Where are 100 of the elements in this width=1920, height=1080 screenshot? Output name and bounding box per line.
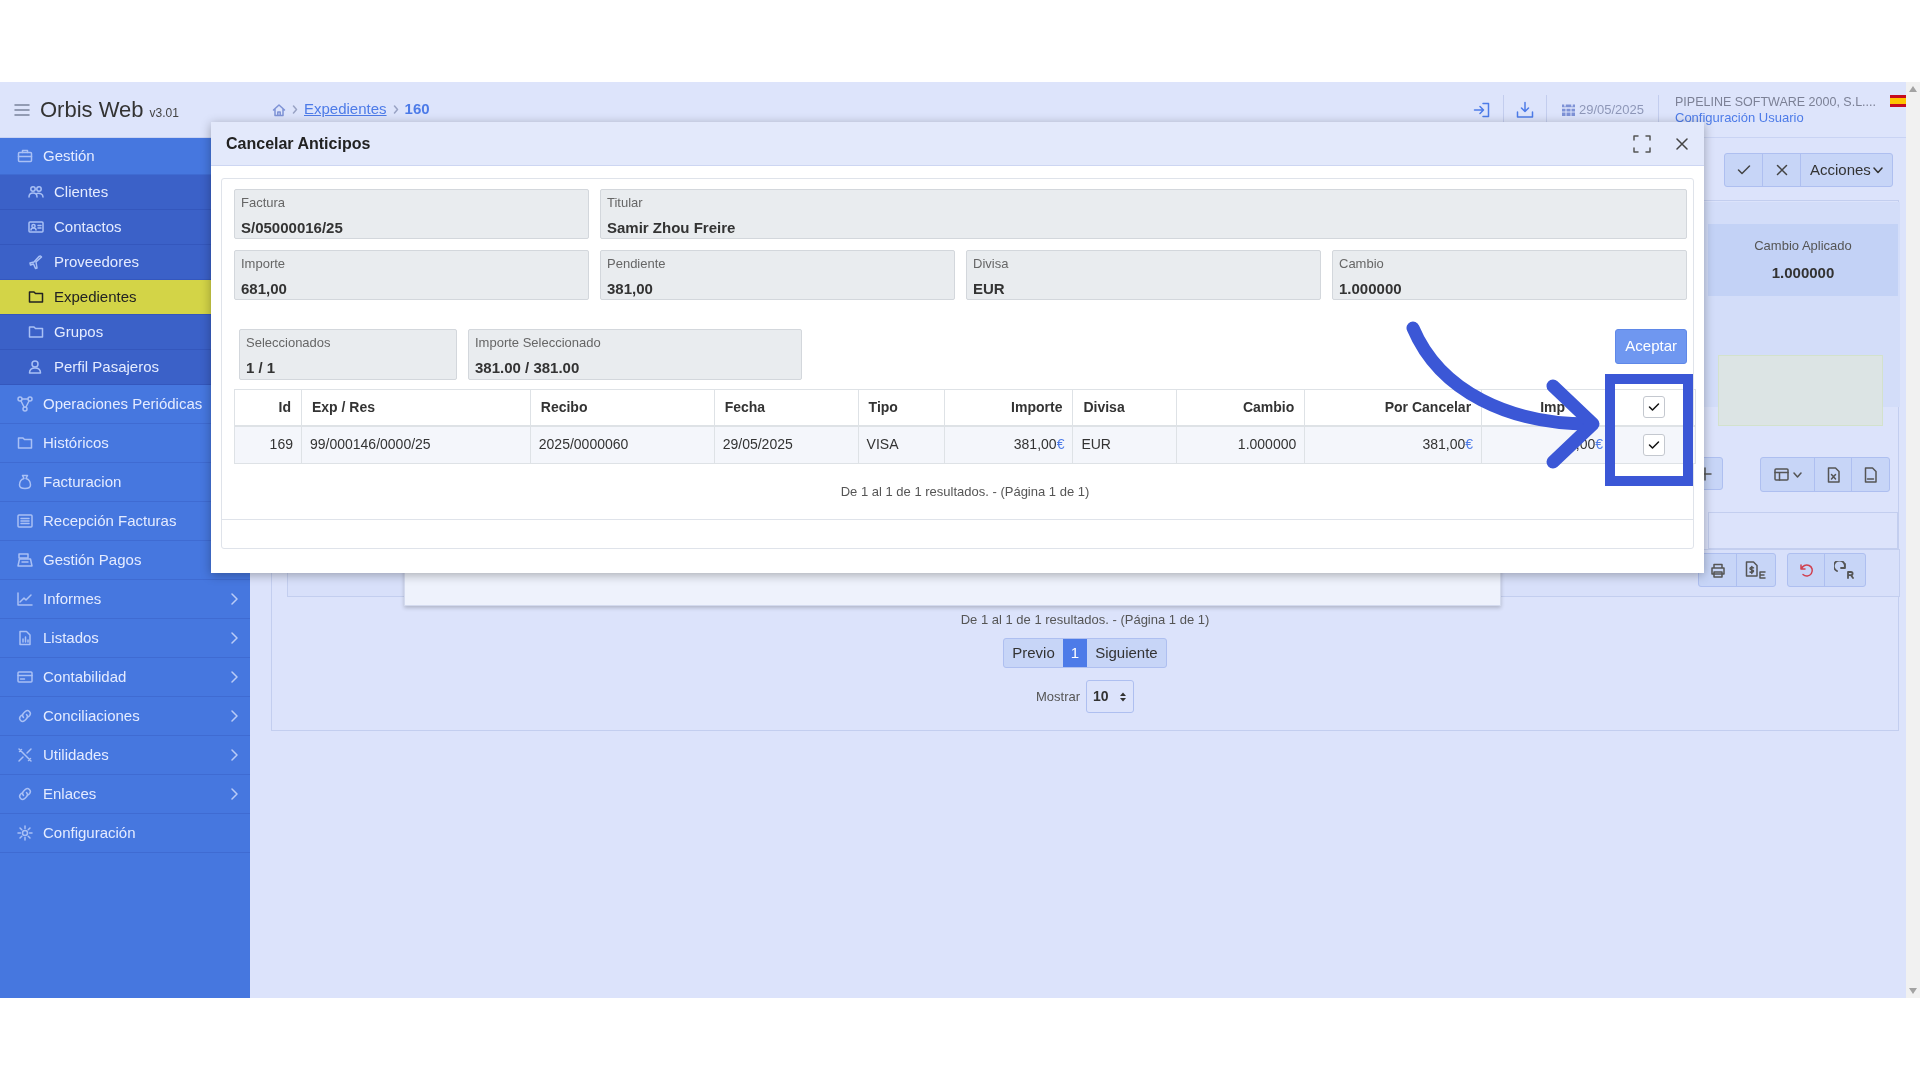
sidebar-item[interactable]: Listados (0, 619, 250, 658)
chevron-right-icon (230, 788, 238, 800)
pagination-summary: De 1 al 1 de 1 resultados. - (Página 1 de 1) (840, 483, 1090, 501)
spreadsheet-file-icon (1826, 466, 1840, 483)
column-header[interactable]: Recibo (540, 398, 588, 415)
chevron-right-icon (230, 593, 238, 605)
tools-icon (17, 747, 33, 763)
flag-icon[interactable] (1890, 94, 1906, 107)
register-icon (17, 552, 33, 568)
home-icon[interactable] (272, 102, 286, 117)
list-icon (17, 513, 33, 529)
sidebar-item[interactable]: Informes (0, 580, 250, 619)
close-icon (1775, 164, 1788, 176)
actions-menu-button[interactable]: Acciones (1801, 154, 1892, 186)
id-card-icon (28, 219, 44, 235)
field-value: 1.000000 (1339, 278, 1403, 299)
maximize-icon[interactable] (1633, 134, 1651, 153)
caret-icon (1792, 471, 1802, 478)
table-cell: VISA (858, 425, 944, 464)
column-header[interactable]: Fecha (724, 398, 766, 415)
download-icon[interactable] (1515, 100, 1534, 119)
sidebar-item[interactable]: Conciliaciones (0, 697, 250, 736)
sidebar-item[interactable]: Utilidades (0, 736, 250, 775)
caret-icon (1872, 166, 1883, 174)
field-label: Pendiente (607, 255, 667, 273)
column-header[interactable]: Tipo (868, 398, 898, 415)
table-cell: EUR (1072, 425, 1177, 464)
field-value: 381,00 (607, 278, 654, 299)
pagination-button[interactable]: Previo (1004, 639, 1063, 667)
chart-icon (17, 591, 33, 607)
field-label: Cambio (1339, 255, 1385, 273)
page-size-select[interactable]: 10 (1086, 680, 1135, 713)
sidebar-item[interactable]: Enlaces (0, 775, 250, 814)
app-title: Orbis Web (40, 96, 144, 124)
sidebar-item[interactable]: Contabilidad (0, 658, 250, 697)
link-icon (17, 708, 33, 724)
user-settings-link[interactable]: Configuración Usuario (1675, 109, 1876, 125)
column-header[interactable]: Divisa (1083, 398, 1125, 415)
breadcrumb-link[interactable]: Expedientes (304, 98, 387, 121)
version-label: v3.01 (149, 104, 179, 122)
column-header[interactable]: Exp / Res (311, 398, 375, 415)
company-name: PIPELINE SOFTWARE 2000, S.L.... (1675, 94, 1876, 110)
field-label: Importe Seleccionado (475, 334, 602, 352)
breadcrumb-current: 160 (404, 99, 430, 120)
pagination-button[interactable]: Siguiente (1087, 639, 1166, 667)
printer-icon (1709, 562, 1726, 578)
check-icon (1647, 402, 1660, 413)
checkbox[interactable] (1642, 396, 1665, 419)
chevron-right-icon (230, 710, 238, 722)
document-icon (17, 630, 33, 646)
chevron-right-icon (292, 105, 298, 114)
invoice-file-icon (1745, 561, 1767, 579)
table-cell: 381,00€ (1304, 425, 1482, 464)
date-label: 29/05/2025 (1578, 100, 1644, 119)
chevron-right-icon (230, 671, 238, 683)
close-icon[interactable] (1676, 137, 1688, 150)
field-label: Divisa (973, 255, 1010, 273)
field-value: 1.000000 (1771, 262, 1835, 283)
pagination-summary: De 1 al 1 de 1 resultados. - (Página 1 de 1) (960, 611, 1210, 629)
people-icon (28, 184, 44, 200)
folder-icon (17, 435, 33, 451)
folder-icon (28, 289, 44, 305)
folder-icon (28, 324, 44, 340)
briefcase-icon (17, 148, 33, 164)
calendar-icon (1560, 102, 1576, 117)
chevron-right-icon (392, 105, 399, 114)
sidebar-item[interactable]: Configuración (0, 814, 250, 853)
column-header[interactable]: Id (278, 398, 291, 415)
accept-button[interactable]: Aceptar (1615, 329, 1687, 364)
table-cell: 169 (234, 425, 302, 464)
pagination-button[interactable]: 1 (1062, 639, 1088, 667)
pdf-file-icon (1864, 466, 1877, 483)
undo-icon (1798, 562, 1814, 578)
scroll-down-icon[interactable] (1908, 987, 1918, 995)
table-icon (1773, 468, 1789, 481)
scroll-up-icon[interactable] (1908, 85, 1918, 93)
gear-icon (17, 825, 33, 841)
table-cell: 2025/0000060 (530, 425, 715, 464)
column-header[interactable]: Importe (1011, 398, 1063, 415)
table-cell: 1.000000 (1176, 425, 1305, 464)
column-header[interactable]: Imp (1540, 398, 1565, 415)
login-icon[interactable] (1472, 101, 1491, 118)
money-bag-icon (17, 474, 33, 490)
person-icon (28, 359, 44, 375)
chevron-right-icon (230, 632, 238, 644)
menu-icon[interactable] (14, 102, 30, 117)
field-label: Mostrar (1035, 687, 1081, 706)
nodes-icon (17, 396, 33, 412)
card-icon (17, 669, 33, 685)
table-cell: 29/05/2025 (714, 425, 859, 464)
checkbox[interactable] (1642, 433, 1665, 456)
check-icon (1736, 164, 1751, 176)
field-label: Cambio Aplicado (1754, 237, 1852, 255)
field-value: EUR (973, 278, 1006, 299)
field-label: Titular (607, 194, 644, 212)
link-icon (17, 786, 33, 802)
table-cell: 99/000146/0000/25 (301, 425, 531, 464)
column-header[interactable]: Cambio (1242, 398, 1295, 415)
redo-icon (1834, 561, 1856, 579)
chevron-right-icon (230, 749, 238, 761)
